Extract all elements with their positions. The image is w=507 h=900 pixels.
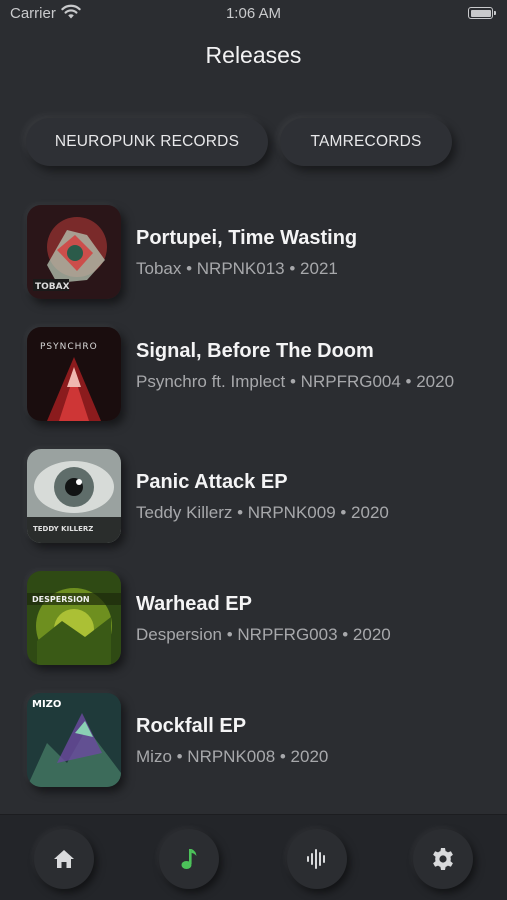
svg-text:DESPERSION: DESPERSION <box>32 595 90 604</box>
release-item[interactable]: DESPERSION Warhead EP Despersion • NRPFR… <box>0 571 507 667</box>
bottom-tab-bar <box>0 814 507 900</box>
release-meta: Psynchro ft. Implect • NRPFRG004 • 2020 <box>136 372 455 391</box>
release-item[interactable]: MIZO Rockfall EP Mizo • NRPNK008 • 2020 <box>0 693 507 789</box>
release-cover: MIZO <box>27 693 121 787</box>
page-title: Releases <box>205 42 302 68</box>
release-meta: Tobax • NRPNK013 • 2021 <box>136 259 338 278</box>
label-chip-neuropunk[interactable]: NEUROPUNK RECORDS <box>26 118 268 166</box>
home-icon <box>54 850 74 868</box>
tab-radio[interactable] <box>287 829 347 889</box>
status-bar: Carrier 1:06 AM <box>0 0 507 28</box>
svg-text:TEDDY KILLERZ: TEDDY KILLERZ <box>33 525 93 533</box>
tab-settings[interactable] <box>413 829 473 889</box>
svg-text:TOBAX: TOBAX <box>35 282 70 292</box>
release-title: Portupei, Time Wasting <box>136 227 358 249</box>
tab-home[interactable] <box>34 829 94 889</box>
release-item[interactable]: TOBAX Portupei, Time Wasting Tobax • NRP… <box>0 205 507 301</box>
release-cover: PSYNCHRO <box>27 327 121 421</box>
label-chip-tamrecords[interactable]: TAMRECORDS <box>280 118 452 166</box>
record-label-tabs: NEUROPUNK RECORDS TAMRECORDS <box>26 118 452 166</box>
release-title: Signal, Before The Doom <box>136 340 374 362</box>
release-cover: TOBAX <box>27 205 121 299</box>
tab-releases[interactable] <box>159 829 219 889</box>
waveform-icon <box>307 849 325 869</box>
release-item[interactable]: TEDDY KILLERZ Panic Attack EP Teddy Kill… <box>0 449 507 545</box>
release-meta: Teddy Killerz • NRPNK009 • 2020 <box>136 503 389 522</box>
release-title: Panic Attack EP <box>136 471 288 493</box>
release-cover: DESPERSION <box>27 571 121 665</box>
release-title: Rockfall EP <box>136 715 247 737</box>
status-time: 1:06 AM <box>225 5 282 22</box>
svg-text:PSYNCHRO: PSYNCHRO <box>40 342 98 352</box>
gear-icon <box>433 848 453 870</box>
release-title: Warhead EP <box>136 593 252 615</box>
release-meta: Mizo • NRPNK008 • 2020 <box>136 747 329 766</box>
music-note-icon <box>181 849 197 869</box>
release-meta: Despersion • NRPFRG003 • 2020 <box>136 625 391 644</box>
battery-icon <box>468 7 496 19</box>
svg-text:MIZO: MIZO <box>32 699 61 710</box>
release-item[interactable]: PSYNCHRO Signal, Before The Doom Psynchr… <box>0 327 507 423</box>
release-cover: TEDDY KILLERZ <box>27 449 121 543</box>
